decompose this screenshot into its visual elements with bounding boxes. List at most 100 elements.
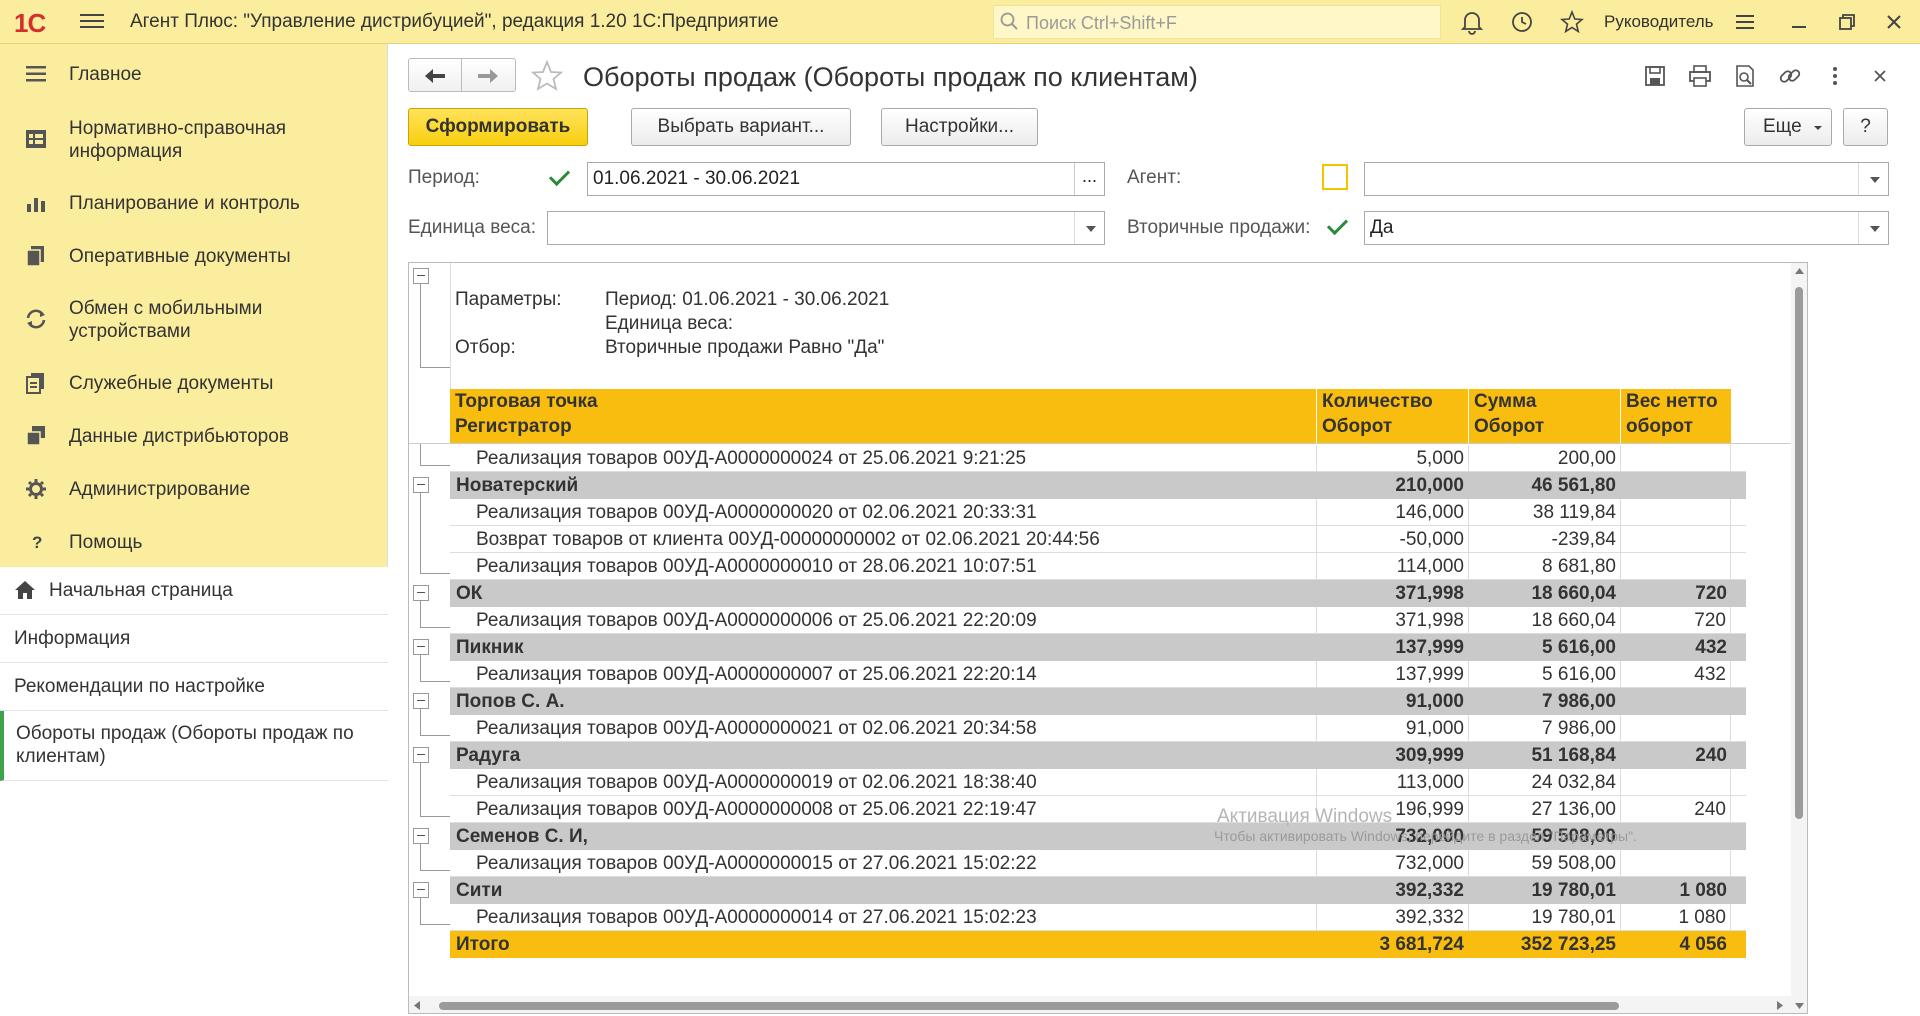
table-row[interactable]: Возврат товаров от клиента 00УД-00000000… [450, 526, 1746, 553]
sum-cell: -239,84 [1468, 526, 1620, 553]
table-row[interactable]: Реализация товаров 00УД-А0000000007 от 2… [450, 661, 1746, 688]
scroll-left-icon[interactable] [414, 1001, 420, 1010]
collapse-group-icon[interactable] [413, 585, 429, 601]
table-row[interactable]: Реализация товаров 00УД-А0000000024 от 2… [450, 445, 1746, 472]
restore-icon[interactable] [1834, 9, 1860, 35]
group-row[interactable]: Новатерский 210,000 46 561,80 [450, 472, 1746, 499]
period-checkbox[interactable] [547, 165, 573, 191]
favorites-star-icon[interactable] [1559, 9, 1585, 35]
tree-line [420, 735, 450, 736]
table-row[interactable]: Реализация товаров 00УД-А0000000021 от 0… [450, 715, 1746, 742]
more-vertical-icon[interactable] [1822, 63, 1848, 89]
sidebar-section-operational[interactable]: Оперативные документы [0, 242, 388, 272]
total-row[interactable]: Итого 3 681,724 352 723,25 4 056 [450, 931, 1746, 958]
weight-unit-field[interactable] [547, 211, 1105, 245]
question-icon: ? [32, 533, 42, 552]
quantity-cell: 371,998 [1395, 583, 1464, 604]
reference-table-icon [26, 130, 46, 148]
sum-cell: 24 032,84 [1468, 769, 1620, 796]
collapse-group-icon[interactable] [413, 693, 429, 709]
group-row[interactable]: Пикник 137,999 5 616,00 432 [450, 634, 1746, 661]
sidebar-section-label: Данные дистрибьюторов [69, 426, 289, 447]
sidebar-section-label: Администрирование [69, 479, 251, 500]
nav-sales-turnover[interactable]: Обороты продаж (Обороты продаж по клиент… [0, 711, 388, 781]
choose-variant-button[interactable]: Выбрать вариант... [631, 108, 851, 146]
scroll-up-icon[interactable] [1795, 268, 1804, 274]
weight-unit-dropdown-button[interactable] [1074, 212, 1104, 244]
table-row[interactable]: Реализация товаров 00УД-А0000000006 от 2… [450, 607, 1746, 634]
table-row[interactable]: Реализация товаров 00УД-А0000000014 от 2… [450, 904, 1746, 931]
sidebar-section-reference[interactable]: Нормативно-справочная информация [0, 114, 388, 164]
group-row[interactable]: Радуга 309,999 51 168,84 240 [450, 742, 1746, 769]
sum-cell: 46 561,80 [1531, 475, 1616, 496]
sidebar-section-distributor-data[interactable]: Данные дистрибьюторов [0, 422, 388, 452]
collapse-group-icon[interactable] [413, 747, 429, 763]
history-icon[interactable] [1509, 9, 1535, 35]
secondary-sales-dropdown-button[interactable] [1858, 212, 1888, 244]
vertical-scroll-thumb[interactable] [1795, 287, 1803, 819]
sum-cell: 7 986,00 [1468, 715, 1620, 742]
collapse-group-icon[interactable] [413, 639, 429, 655]
settings-menu-icon[interactable] [1732, 9, 1758, 35]
scroll-down-icon[interactable] [1795, 1003, 1804, 1009]
group-row[interactable]: Попов С. А. 91,000 7 986,00 [450, 688, 1746, 715]
secondary-sales-field[interactable]: Да [1364, 211, 1889, 245]
group-row[interactable]: ОК 371,998 18 660,04 720 [450, 580, 1746, 607]
outlet-cell: Реализация товаров 00УД-А0000000015 от 2… [476, 853, 1037, 874]
sidebar-section-service-docs[interactable]: Служебные документы [0, 369, 388, 399]
watermark-title: Активация Windows [1217, 806, 1393, 827]
horizontal-scroll-thumb[interactable] [439, 1002, 1619, 1010]
favorite-star-icon[interactable] [530, 59, 564, 93]
preview-icon[interactable] [1732, 63, 1758, 89]
tree-line [420, 763, 421, 816]
collapse-params-icon[interactable] [413, 268, 429, 284]
help-button[interactable]: ? [1843, 108, 1888, 146]
agent-dropdown-button[interactable] [1858, 163, 1888, 195]
nav-setup-recommendations[interactable]: Рекомендации по настройке [0, 663, 388, 711]
collapse-group-icon[interactable] [413, 477, 429, 493]
close-form-icon[interactable] [1867, 63, 1893, 89]
close-window-icon[interactable] [1881, 9, 1907, 35]
main-menu-icon[interactable] [80, 10, 104, 32]
collapse-group-icon[interactable] [413, 882, 429, 898]
search-input[interactable]: Поиск Ctrl+Shift+F [993, 5, 1441, 39]
more-button[interactable]: Еще [1744, 108, 1832, 146]
agent-field[interactable] [1364, 162, 1889, 196]
table-row[interactable]: Реализация товаров 00УД-А0000000010 от 2… [450, 553, 1746, 580]
save-icon[interactable] [1642, 63, 1668, 89]
report-spreadsheet[interactable]: Параметры: Период: 01.06.2021 - 30.06.20… [408, 262, 1808, 1014]
agent-checkbox[interactable] [1322, 164, 1348, 190]
print-icon[interactable] [1687, 63, 1713, 89]
weight-cell [1620, 688, 1731, 715]
back-button[interactable] [408, 58, 462, 92]
sidebar-section-mobile-exchange[interactable]: Обмен с мобильными устройствами [0, 294, 388, 344]
generate-button[interactable]: Сформировать [408, 108, 588, 146]
vertical-scrollbar[interactable] [1791, 263, 1807, 1013]
table-row[interactable]: Реализация товаров 00УД-А0000000019 от 0… [450, 769, 1746, 796]
collapse-group-icon[interactable] [413, 828, 429, 844]
current-user[interactable]: Руководитель [1604, 12, 1714, 32]
minimize-icon[interactable] [1786, 9, 1812, 35]
horizontal-scrollbar[interactable] [409, 996, 1791, 1013]
period-field[interactable]: 01.06.2021 - 30.06.2021 ... [587, 162, 1105, 196]
nav-label: Обороты продаж (Обороты продаж по клиент… [16, 723, 354, 767]
link-icon[interactable] [1777, 63, 1803, 89]
table-row[interactable]: Реализация товаров 00УД-А0000000015 от 2… [450, 850, 1746, 877]
settings-button[interactable]: Настройки... [881, 108, 1038, 146]
table-row[interactable]: Реализация товаров 00УД-А0000000008 от 2… [450, 796, 1746, 823]
scroll-right-icon[interactable] [1777, 1001, 1783, 1010]
bell-icon[interactable] [1459, 9, 1485, 35]
table-row[interactable]: Реализация товаров 00УД-А0000000020 от 0… [450, 499, 1746, 526]
sidebar-section-label: Нормативно-справочная информация [69, 118, 287, 162]
sidebar-section-main[interactable]: Главное [0, 60, 388, 90]
group-row[interactable]: Сити 392,332 19 780,01 1 080 [450, 877, 1746, 904]
nav-information[interactable]: Информация [0, 615, 388, 663]
report-form: Обороты продаж (Обороты продаж по клиент… [389, 44, 1920, 1016]
secondary-sales-checkbox[interactable] [1325, 214, 1351, 240]
sidebar-section-planning[interactable]: Планирование и контроль [0, 189, 388, 219]
forward-button[interactable] [462, 58, 516, 92]
period-select-button[interactable]: ... [1074, 163, 1104, 195]
sidebar-section-help[interactable]: ? Помощь [0, 528, 388, 558]
nav-home-page[interactable]: Начальная страница [0, 567, 388, 615]
sidebar-section-administration[interactable]: Администрирование [0, 475, 388, 505]
